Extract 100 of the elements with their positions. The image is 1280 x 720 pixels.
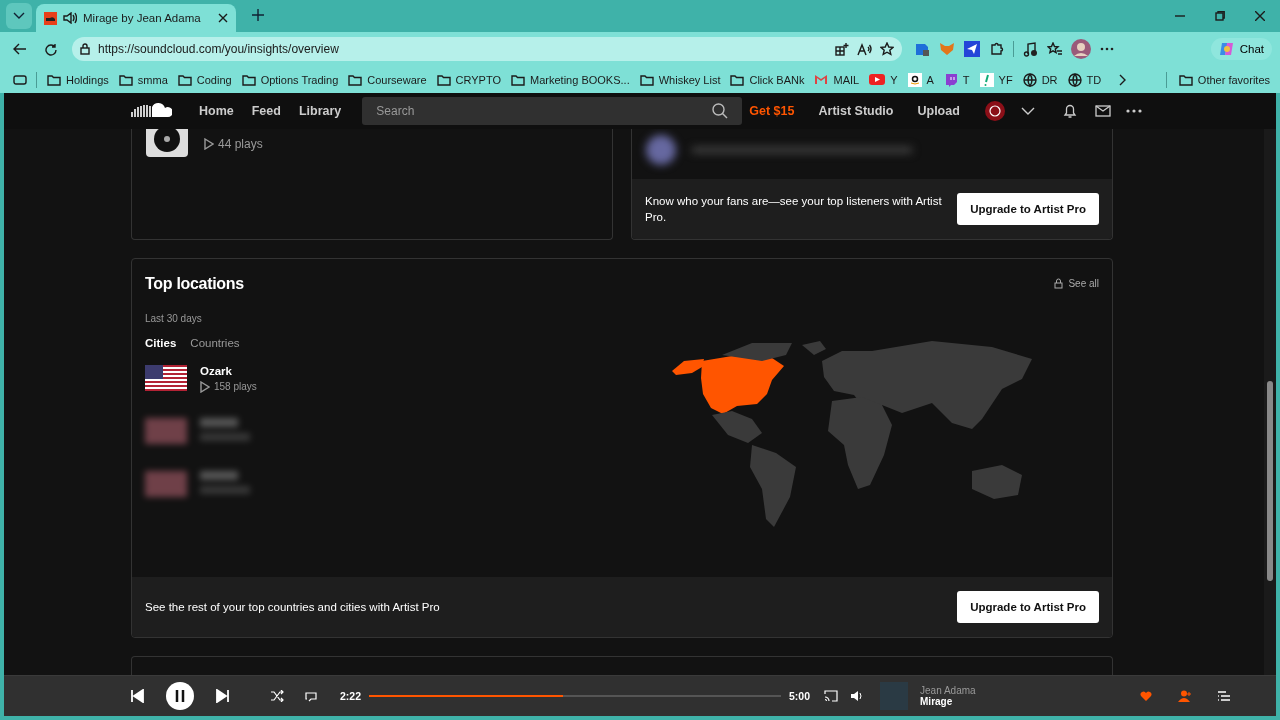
play-count: 158 plays [200, 380, 257, 393]
elapsed-time: 2:22 [340, 690, 361, 702]
globe-icon [1022, 72, 1037, 87]
bookmark-item[interactable]: Courseware [348, 73, 427, 86]
bookmark-item[interactable]: DR [1022, 72, 1058, 87]
artist-name[interactable]: Jean Adama [920, 685, 1061, 696]
nav-link[interactable]: Upload [908, 104, 969, 118]
play-icon [204, 138, 214, 150]
mail-icon [814, 74, 829, 85]
video-icon [869, 74, 886, 85]
folder-icon [241, 73, 256, 86]
shuffle-button[interactable] [270, 690, 284, 702]
close-icon[interactable] [1255, 11, 1265, 21]
nav-link[interactable]: Home [190, 104, 243, 118]
see-all-link[interactable]: See all [1054, 277, 1099, 289]
promo-text: See the rest of your top countries and cities with Artist Pro [145, 600, 440, 613]
scrollbar[interactable] [1264, 129, 1276, 675]
search-field[interactable]: Search [362, 97, 743, 125]
bookmark-item[interactable]: A [907, 72, 934, 87]
bookmark-item[interactable]: Y [869, 73, 898, 86]
nav-link[interactable]: Feed [242, 104, 290, 118]
more-icon[interactable] [1100, 47, 1114, 51]
close-icon[interactable] [218, 13, 228, 23]
bookmark-item[interactable]: Whiskey List [639, 73, 721, 86]
extensions-icon[interactable] [989, 41, 1004, 57]
tab-list-button[interactable] [6, 3, 32, 29]
site-favicon-icon [44, 11, 57, 25]
speaker-icon [850, 690, 865, 702]
chat-button[interactable]: Chat [1210, 38, 1272, 60]
queue-icon [1218, 690, 1231, 702]
folder-icon [511, 73, 526, 86]
nav-link[interactable]: Artist Studio [809, 104, 903, 118]
reload-icon[interactable] [43, 42, 57, 56]
flag-drawing [145, 364, 187, 391]
back-arrow-icon[interactable] [13, 43, 27, 55]
track-duration: 5:00 [789, 690, 811, 702]
section-title: Top locations [145, 274, 245, 293]
bookmark-item[interactable]: Other favorites [1178, 73, 1270, 86]
cast-button[interactable] [824, 690, 839, 702]
play-count: 44 plays [204, 131, 263, 157]
folder-icon [47, 73, 61, 86]
chevron-right-icon[interactable] [1119, 73, 1128, 86]
lock-icon [80, 43, 90, 55]
lock-icon [1054, 277, 1064, 289]
cast-icon [824, 690, 839, 702]
exclamation-icon [979, 72, 994, 87]
upgrade-button[interactable]: Upgrade to Artist Pro [957, 192, 1099, 225]
bookmark-item[interactable]: Options Trading [241, 73, 339, 86]
folder-icon [436, 73, 451, 86]
bookmark-item[interactable]: CRYPTO [436, 73, 502, 86]
track-title[interactable]: Mirage [920, 696, 1061, 707]
mail-icon[interactable] [1094, 105, 1111, 117]
address-bar[interactable]: https://soundcloud.com/you/insights/overview [72, 37, 902, 61]
bookmark-item[interactable]: Coding [177, 73, 232, 86]
bookmark-item[interactable]: TD [1067, 72, 1102, 87]
bookmark-item[interactable]: MAIL [814, 73, 860, 86]
star-icon[interactable] [880, 42, 894, 56]
apps-add-icon[interactable] [835, 42, 849, 56]
more-icon[interactable] [1125, 109, 1142, 113]
promo-link[interactable]: Get $15 [740, 104, 804, 118]
send-icon[interactable] [964, 41, 980, 57]
user-plus-icon [1178, 690, 1193, 702]
plus-icon [252, 9, 264, 21]
volume-button[interactable] [850, 690, 865, 702]
period-label: Last 30 days [145, 312, 203, 324]
next-button[interactable] [216, 689, 230, 703]
bookmark-item[interactable]: Click BANk [730, 73, 805, 86]
restore-icon[interactable] [1215, 11, 1225, 21]
pause-button[interactable] [166, 682, 194, 710]
bell-icon[interactable] [1062, 103, 1077, 119]
folder-icon [730, 73, 745, 86]
upgrade-button[interactable]: Upgrade to Artist Pro [957, 590, 1099, 623]
repeat-button[interactable] [304, 690, 318, 702]
bookmark-item[interactable]: Holdings [47, 73, 109, 86]
city-name: Ozark [200, 364, 233, 377]
tab-title: Mirage by Jean Adama [83, 12, 202, 24]
read-aloud-icon[interactable] [857, 42, 872, 56]
bookmark-item[interactable]: Marketing BOOKS... [511, 73, 630, 86]
heart-icon [1140, 690, 1153, 702]
chat-bubble-icon [943, 72, 958, 87]
user-avatar[interactable] [984, 101, 1005, 121]
location-tab[interactable]: Cities [145, 336, 177, 349]
tab-actions-icon[interactable] [13, 73, 27, 86]
bookmark-item[interactable]: YF [979, 72, 1013, 87]
browser-tab[interactable]: Mirage by Jean Adama [36, 4, 236, 32]
queue-button[interactable] [1218, 690, 1231, 702]
music-note-icon[interactable] [1023, 41, 1038, 57]
favorites-icon[interactable] [1047, 42, 1062, 56]
profile-avatar[interactable] [1071, 39, 1091, 59]
location-tab[interactable]: Countries [190, 336, 240, 349]
repeat-icon [304, 690, 318, 702]
like-button[interactable] [1140, 690, 1153, 702]
folder-icon [118, 73, 133, 86]
previous-button[interactable] [130, 689, 144, 703]
follow-button[interactable] [1178, 690, 1193, 702]
bookmark-item[interactable]: smma [118, 73, 168, 86]
chevron-down-icon[interactable] [1020, 107, 1035, 115]
bookmark-item[interactable]: T [943, 72, 970, 87]
nav-link[interactable]: Library [289, 104, 351, 118]
copilot-icon [1218, 41, 1235, 57]
